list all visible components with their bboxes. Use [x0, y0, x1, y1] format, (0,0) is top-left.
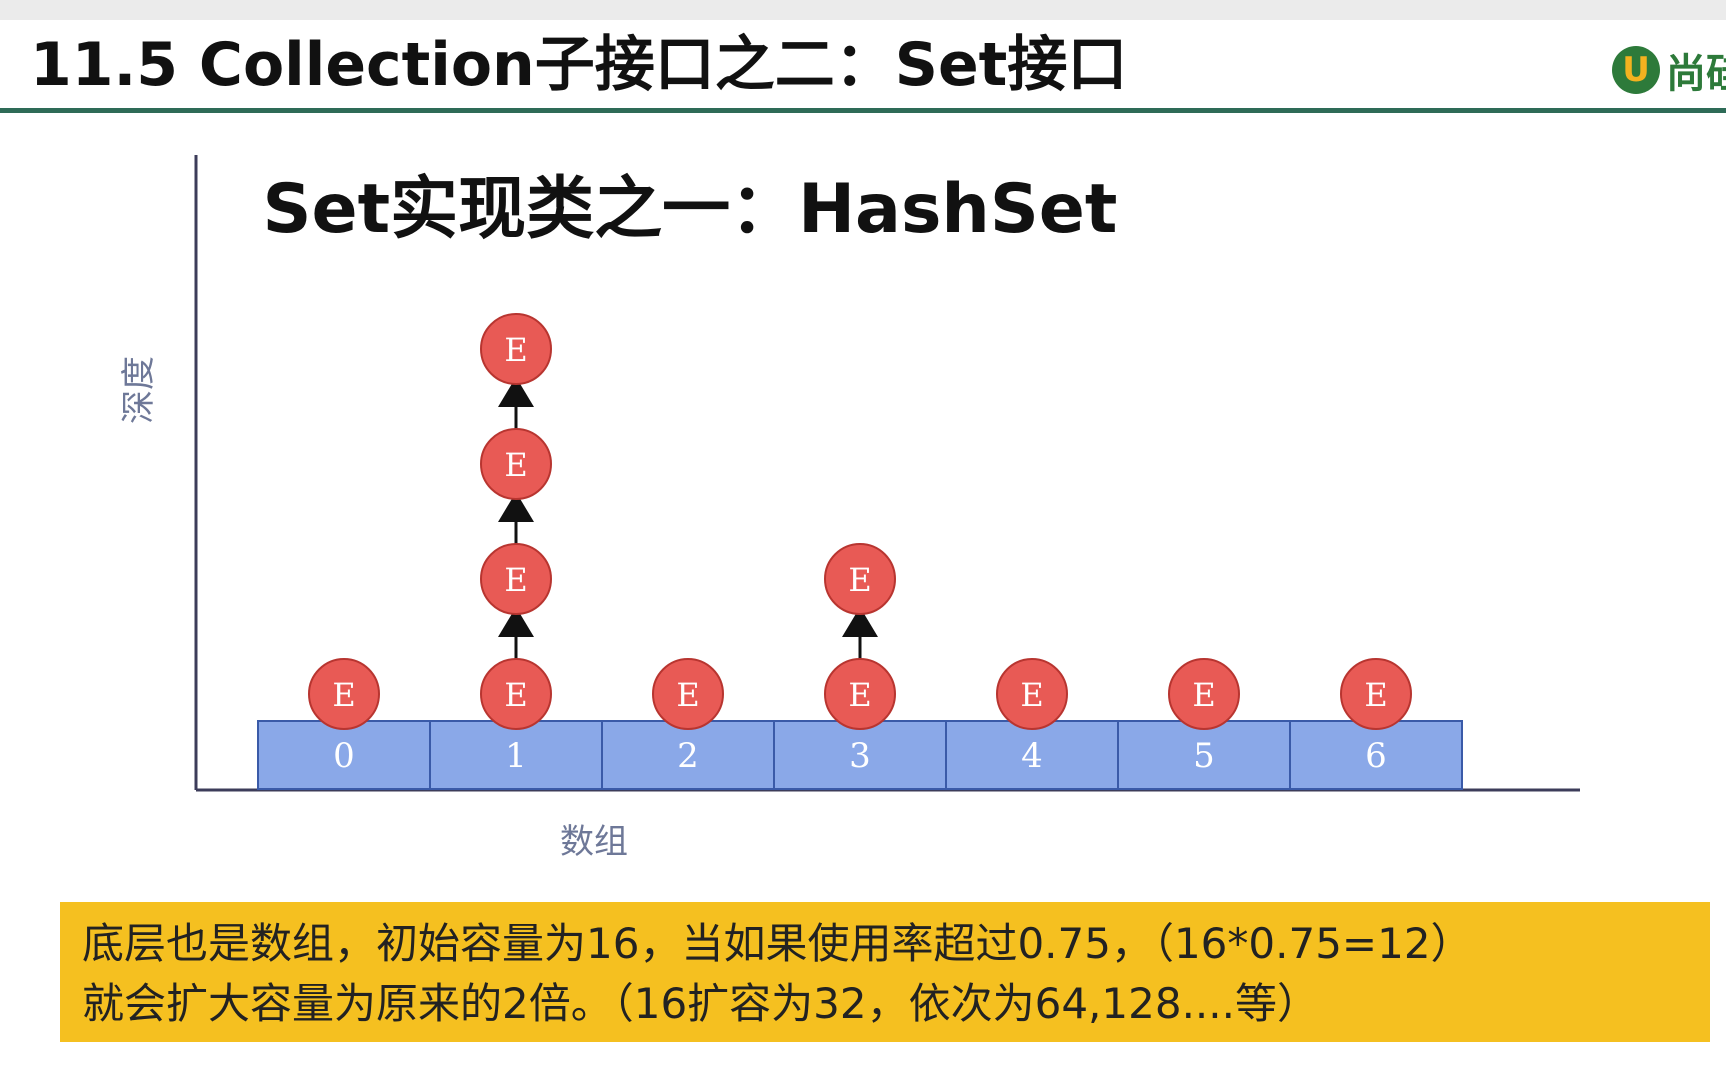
bucket-index-label: 6	[1365, 736, 1387, 776]
element-nodes: E E E E E E E E E E E	[308, 313, 1412, 730]
element-node-label: E	[504, 561, 527, 599]
bucket-index-label: 2	[677, 736, 699, 776]
bucket-index-label: 4	[1021, 736, 1043, 776]
bucket-index-label: 0	[333, 736, 355, 776]
element-node-label: E	[848, 561, 871, 599]
explanation-line-1: 底层也是数组，初始容量为16，当如果使用率超过0.75，（16*0.75=12）	[82, 919, 1473, 968]
explanation-line-2: 就会扩大容量为原来的2倍。（16扩容为32，依次为64,128....等）	[82, 979, 1319, 1028]
element-node-label: E	[1364, 676, 1387, 714]
element-node-label: E	[504, 676, 527, 714]
element-node-label: E	[332, 676, 355, 714]
element-node-label: E	[504, 331, 527, 369]
element-node-label: E	[504, 446, 527, 484]
element-node-label: E	[1192, 676, 1215, 714]
element-node-label: E	[1020, 676, 1043, 714]
bucket-index-label: 5	[1193, 736, 1215, 776]
element-node-label: E	[848, 676, 871, 714]
diagram-title: Set实现类之一：HashSet	[263, 170, 1118, 249]
x-axis-label: 数组	[560, 822, 628, 862]
explanation-box: 底层也是数组，初始容量为16，当如果使用率超过0.75，（16*0.75=12）…	[60, 902, 1710, 1042]
bucket-index-label: 3	[849, 736, 871, 776]
element-node-label: E	[676, 676, 699, 714]
y-axis-label: 深度	[119, 356, 159, 424]
chain-arrows	[498, 377, 878, 659]
hashset-diagram: Set实现类之一：HashSet 深度 数组 0123456 E EEEEE EEE…	[119, 155, 1580, 862]
array-buckets: 0 1 2 3 4 5 6	[257, 720, 1463, 790]
bucket-index-label: 1	[505, 736, 527, 776]
